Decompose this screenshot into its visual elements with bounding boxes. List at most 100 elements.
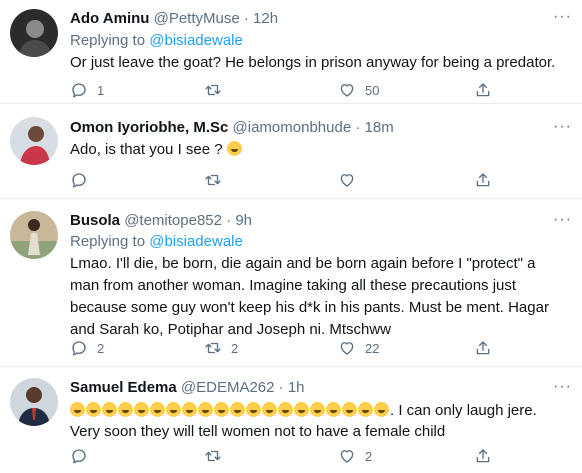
rofl-emoji xyxy=(246,402,261,417)
separator: · xyxy=(243,10,249,27)
timestamp[interactable]: 12h xyxy=(253,10,278,27)
share-icon xyxy=(474,447,492,465)
rofl-emoji xyxy=(198,402,213,417)
reply-icon xyxy=(70,447,88,465)
rofl-emoji xyxy=(166,402,181,417)
like-icon xyxy=(338,171,356,189)
display-name[interactable]: Busola xyxy=(70,212,120,229)
handle[interactable]: @EDEMA262 xyxy=(181,379,275,396)
rofl-emoji xyxy=(230,402,245,417)
more-icon[interactable]: ··· xyxy=(553,119,572,135)
replying-prefix: Replying to xyxy=(70,32,150,49)
handle[interactable]: @temitope852 xyxy=(124,212,222,229)
retweet-icon xyxy=(204,447,222,465)
share-button[interactable] xyxy=(474,446,492,466)
rofl-emoji xyxy=(358,402,373,417)
like-button[interactable]: 2 xyxy=(338,446,372,466)
rofl-emoji xyxy=(70,402,85,417)
replying-to: Replying to @bisiadewale xyxy=(70,31,243,51)
more-icon[interactable]: ··· xyxy=(553,9,572,25)
replying-to-link[interactable]: @bisiadewale xyxy=(149,32,243,49)
tweet-samuel-edema[interactable]: Samuel Edema @EDEMA262 · 1h ··· . I can … xyxy=(0,367,582,473)
rofl-emoji xyxy=(182,402,197,417)
rofl-emoji xyxy=(342,402,357,417)
avatar[interactable] xyxy=(10,9,58,57)
rofl-emoji-row xyxy=(70,402,390,419)
rofl-emoji xyxy=(102,402,117,417)
share-button[interactable] xyxy=(474,80,492,100)
tweet-header: Omon Iyoriobhe, M.Sc @iamomonbhude · 18m xyxy=(70,118,552,138)
reply-button[interactable]: 1 xyxy=(70,80,104,100)
handle[interactable]: @PettyMuse xyxy=(154,10,240,27)
more-icon[interactable]: ··· xyxy=(553,212,572,228)
like-button[interactable] xyxy=(338,170,365,190)
reply-button[interactable] xyxy=(70,170,97,190)
display-name[interactable]: Samuel Edema xyxy=(70,379,177,396)
tweet-text: . I can only laugh jere. Very soon they … xyxy=(70,400,562,442)
like-count: 22 xyxy=(365,340,380,356)
timestamp[interactable]: 18m xyxy=(365,119,394,136)
reply-icon xyxy=(70,81,88,99)
upside-down-face-emoji xyxy=(226,141,242,156)
separator: · xyxy=(278,379,284,396)
timestamp[interactable]: 9h xyxy=(235,212,252,229)
retweet-icon xyxy=(204,339,222,357)
like-icon xyxy=(338,339,356,357)
handle[interactable]: @iamomonbhude xyxy=(233,119,352,136)
share-icon xyxy=(474,81,492,99)
display-name[interactable]: Ado Aminu xyxy=(70,10,149,27)
tweet-actions: 2 2 22 xyxy=(70,338,500,358)
rofl-emoji xyxy=(150,402,165,417)
reply-button[interactable]: 2 xyxy=(70,338,104,358)
tweet-text: Lmao. I'll die, be born, die again and b… xyxy=(70,255,549,338)
retweet-button[interactable] xyxy=(204,80,231,100)
tweet-text-content: Ado, is that you I see ? xyxy=(70,141,223,158)
reply-icon xyxy=(70,171,88,189)
display-name[interactable]: Omon Iyoriobhe, M.Sc xyxy=(70,119,228,136)
share-button[interactable] xyxy=(474,338,492,358)
tweet-header: Ado Aminu @PettyMuse · 12h xyxy=(70,9,552,29)
timestamp[interactable]: 1h xyxy=(288,379,305,396)
rofl-emoji xyxy=(374,402,389,417)
reply-icon xyxy=(70,339,88,357)
reply-count: 2 xyxy=(97,340,105,356)
tweet-ado-aminu[interactable]: Ado Aminu @PettyMuse · 12h ··· Replying … xyxy=(0,0,582,104)
share-button[interactable] xyxy=(474,170,492,190)
retweet-icon xyxy=(204,171,222,189)
replying-prefix: Replying to xyxy=(70,233,150,250)
share-icon xyxy=(474,339,492,357)
like-count: 2 xyxy=(365,448,373,464)
reply-count: 1 xyxy=(97,82,105,98)
retweet-button[interactable] xyxy=(204,446,231,466)
tweet-header: Samuel Edema @EDEMA262 · 1h xyxy=(70,378,552,398)
like-count: 50 xyxy=(365,82,380,98)
rofl-emoji xyxy=(278,402,293,417)
replying-to-link[interactable]: @bisiadewale xyxy=(149,233,243,250)
like-icon xyxy=(338,81,356,99)
separator: · xyxy=(355,119,361,136)
like-icon xyxy=(338,447,356,465)
rofl-emoji xyxy=(326,402,341,417)
tweet-actions: 1 50 xyxy=(70,80,500,100)
avatar[interactable] xyxy=(10,378,58,426)
tweet-actions xyxy=(70,170,500,190)
replying-to: Replying to @bisiadewale xyxy=(70,232,243,252)
like-button[interactable]: 50 xyxy=(338,80,379,100)
tweet-busola[interactable]: Busola @temitope852 · 9h ··· Replying to… xyxy=(0,199,582,367)
reply-button[interactable] xyxy=(70,446,97,466)
more-icon[interactable]: ··· xyxy=(553,379,572,395)
retweet-count: 2 xyxy=(231,340,239,356)
rofl-emoji xyxy=(134,402,149,417)
tweet-text: Ado, is that you I see ? xyxy=(70,139,570,160)
retweet-button[interactable] xyxy=(204,170,231,190)
retweet-button[interactable]: 2 xyxy=(204,338,238,358)
like-button[interactable]: 22 xyxy=(338,338,379,358)
rofl-emoji xyxy=(310,402,325,417)
rofl-emoji xyxy=(262,402,277,417)
avatar[interactable] xyxy=(10,117,58,165)
separator: · xyxy=(226,212,232,229)
rofl-emoji xyxy=(86,402,101,417)
rofl-emoji xyxy=(294,402,309,417)
avatar[interactable] xyxy=(10,211,58,259)
tweet-omon-iyoriobhe[interactable]: Omon Iyoriobhe, M.Sc @iamomonbhude · 18m… xyxy=(0,104,582,199)
